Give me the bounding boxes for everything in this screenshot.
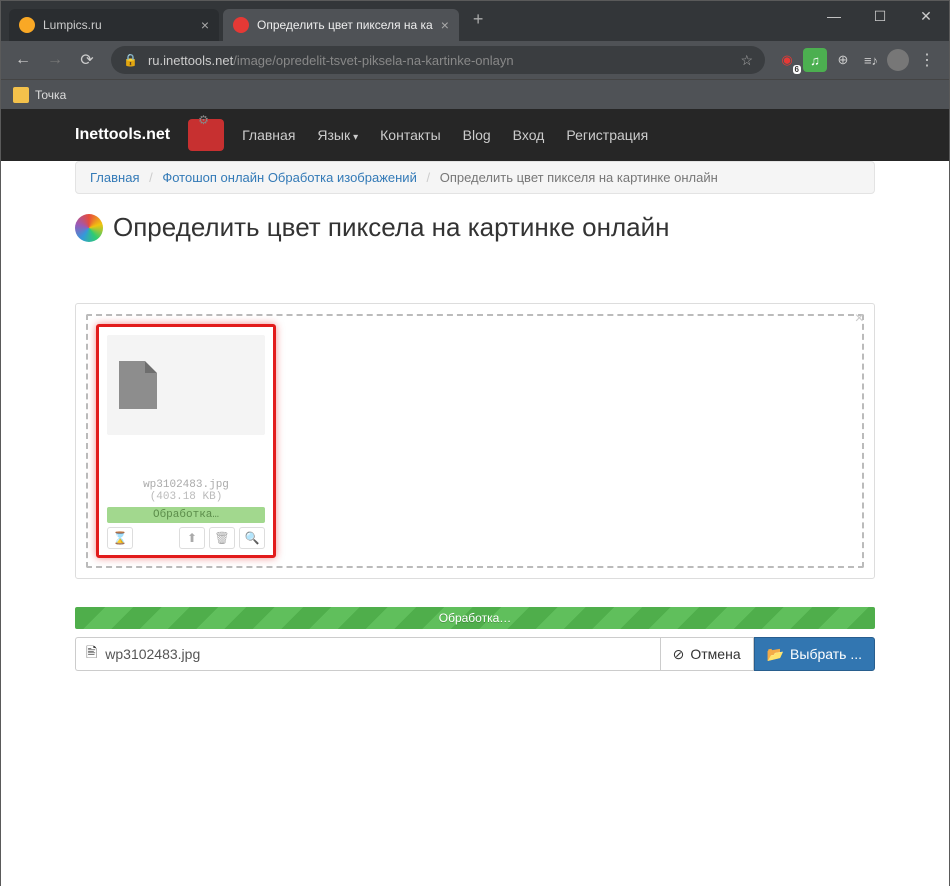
bookmark-star-icon[interactable]: ☆	[740, 52, 753, 69]
nav-register[interactable]: Регистрация	[566, 127, 648, 143]
panel-close-icon[interactable]: ×	[855, 310, 864, 328]
upload-dropzone[interactable]: wp3102483.jpg (403.18 KB) Обработка… ⌛ ⬆…	[86, 314, 864, 568]
favicon-icon	[233, 17, 249, 33]
select-label: Выбрать ...	[790, 646, 862, 662]
progress-status: Обработка…	[439, 611, 512, 625]
nav-blog[interactable]: Blog	[463, 127, 491, 143]
hourglass-icon[interactable]: ⌛	[107, 527, 133, 549]
file-icon	[119, 361, 157, 409]
window-close-button[interactable]: ✕	[903, 1, 949, 31]
profile-avatar[interactable]	[887, 49, 909, 71]
window-maximize-button[interactable]: ☐	[857, 1, 903, 31]
nav-language[interactable]: Язык▾	[317, 127, 358, 143]
site-nav: Главная Язык▾ Контакты Blog Вход Регистр…	[242, 127, 648, 143]
file-input-value: wp3102483.jpg	[105, 646, 200, 662]
breadcrumb: Главная / Фотошоп онлайн Обработка изобр…	[75, 161, 875, 194]
folder-open-icon: 📂	[767, 646, 784, 663]
browser-tab-1[interactable]: Определить цвет пикселя на ка ×	[223, 9, 459, 41]
file-action-row: ⌛ ⬆ 🗑 🔍	[107, 527, 265, 549]
zoom-icon[interactable]: 🔍	[239, 527, 265, 549]
file-preview	[107, 335, 265, 435]
breadcrumb-category[interactable]: Фотошоп онлайн Обработка изображений	[162, 170, 416, 185]
extension-adblock-icon[interactable]: ◉6	[775, 48, 799, 72]
cancel-label: Отмена	[690, 646, 740, 662]
nav-home[interactable]: Главная	[242, 127, 295, 143]
url-text: ru.inettools.net/image/opredelit-tsvet-p…	[148, 53, 740, 68]
tab-title: Lumpics.ru	[43, 18, 193, 32]
cancel-button[interactable]: ⊘ Отмена	[660, 637, 754, 671]
browser-tab-0[interactable]: Lumpics.ru ×	[9, 9, 219, 41]
file-input[interactable]: 🖹 wp3102483.jpg	[75, 637, 660, 671]
site-brand[interactable]: Inettools.net	[75, 126, 170, 144]
browser-menu-button[interactable]: ⋮	[913, 46, 941, 74]
tab-title: Определить цвет пикселя на ка	[257, 18, 433, 32]
site-header: Inettools.net Главная Язык▾ Контакты Blo…	[1, 109, 949, 161]
extension-music-icon[interactable]: ♫	[803, 48, 827, 72]
page-heading: Определить цвет пиксела на картинке онла…	[113, 212, 669, 243]
toolbox-icon	[188, 119, 224, 151]
page-title: Определить цвет пиксела на картинке онла…	[75, 212, 875, 243]
cancel-icon: ⊘	[673, 646, 685, 663]
nav-reload-button[interactable]: ⟳	[73, 46, 101, 74]
new-tab-button[interactable]: +	[463, 9, 494, 30]
nav-back-button[interactable]: ←	[9, 46, 37, 74]
close-tab-icon[interactable]: ×	[201, 17, 209, 33]
favicon-icon	[19, 17, 35, 33]
nav-login[interactable]: Вход	[513, 127, 545, 143]
browser-titlebar: Lumpics.ru × Определить цвет пикселя на …	[1, 1, 949, 41]
file-card-progress: Обработка…	[107, 507, 265, 523]
select-file-button[interactable]: 📂 Выбрать ...	[754, 637, 875, 671]
bookmarks-bar: Точка	[1, 79, 949, 109]
file-input-row: 🖹 wp3102483.jpg ⊘ Отмена 📂 Выбрать ...	[75, 637, 875, 671]
address-bar[interactable]: 🔒 ru.inettools.net/image/opredelit-tsvet…	[111, 46, 765, 74]
upload-action-icon[interactable]: ⬆	[179, 527, 205, 549]
file-name: wp3102483.jpg	[143, 479, 229, 491]
extension-globe-icon[interactable]: ⊕	[831, 48, 855, 72]
close-tab-icon[interactable]: ×	[441, 17, 449, 33]
folder-icon	[13, 87, 29, 103]
upload-panel: × wp3102483.jpg (403.18 KB) Обработка… ⌛…	[75, 303, 875, 579]
breadcrumb-current: Определить цвет пикселя на картинке онла…	[440, 170, 718, 185]
nav-contacts[interactable]: Контакты	[380, 127, 440, 143]
bookmark-label: Точка	[35, 88, 66, 102]
window-minimize-button[interactable]: —	[811, 1, 857, 31]
lock-icon: 🔒	[123, 53, 138, 67]
bookmark-item[interactable]: Точка	[13, 87, 66, 103]
upload-progress-bar: Обработка…	[75, 607, 875, 629]
delete-icon[interactable]: 🗑	[209, 527, 235, 549]
breadcrumb-home[interactable]: Главная	[90, 170, 139, 185]
color-wheel-icon	[75, 214, 103, 242]
file-icon: 🖹	[86, 642, 97, 666]
file-card: wp3102483.jpg (403.18 KB) Обработка… ⌛ ⬆…	[96, 324, 276, 558]
nav-forward-button[interactable]: →	[41, 46, 69, 74]
page-viewport[interactable]: Inettools.net Главная Язык▾ Контакты Blo…	[1, 109, 949, 887]
browser-toolbar: ← → ⟳ 🔒 ru.inettools.net/image/opredelit…	[1, 41, 949, 79]
chevron-down-icon: ▾	[353, 132, 358, 143]
extension-list-icon[interactable]: ≡♪	[859, 48, 883, 72]
file-size: (403.18 KB)	[150, 491, 223, 503]
